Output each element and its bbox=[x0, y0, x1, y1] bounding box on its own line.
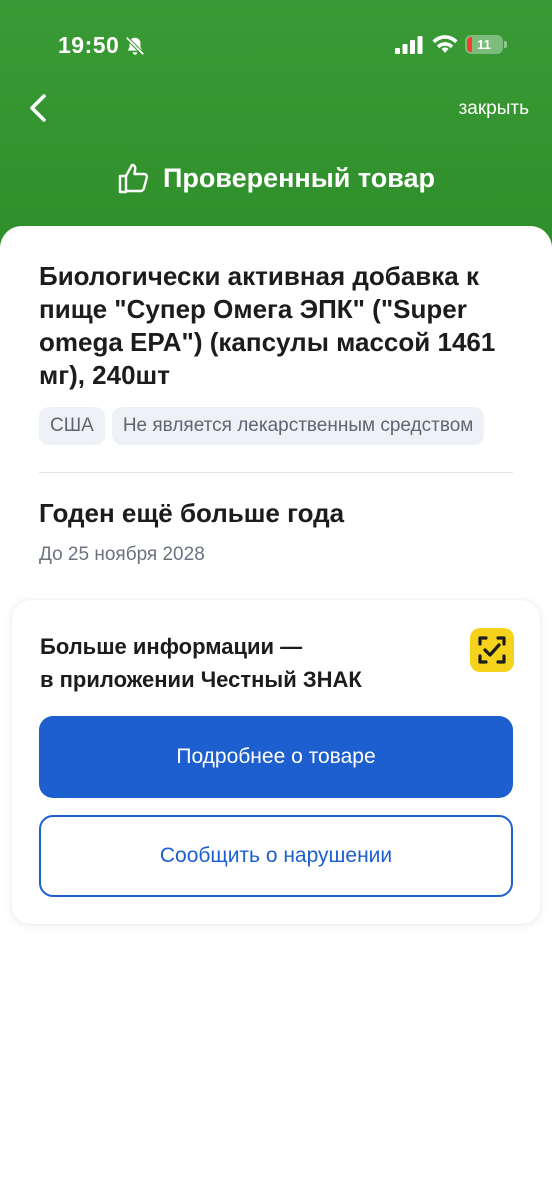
header-bar: 19:50 11 закрыть Проверенный товар bbox=[0, 0, 552, 262]
tag-country: США bbox=[39, 407, 105, 445]
app-info-text: Больше информации — в приложении Честный… bbox=[40, 630, 440, 696]
signal-icon bbox=[395, 36, 423, 54]
chestny-znak-app-icon bbox=[470, 628, 514, 672]
bell-slash-icon bbox=[125, 36, 145, 56]
battery-level: 11 bbox=[477, 37, 491, 52]
verified-banner: Проверенный товар bbox=[0, 158, 552, 198]
app-info-card: Больше информации — в приложении Честный… bbox=[12, 600, 540, 924]
expiry-title: Годен ещё больше года bbox=[39, 498, 345, 528]
tag-not-medicine: Не является лекарственным средством bbox=[111, 407, 485, 445]
divider bbox=[39, 472, 513, 473]
status-time: 19:50 bbox=[58, 32, 120, 58]
battery-cap bbox=[504, 41, 507, 48]
thumbs-up-icon bbox=[118, 163, 149, 194]
status-bar: 19:50 11 bbox=[0, 0, 552, 92]
product-details-button[interactable]: Подробнее о товаре bbox=[39, 716, 513, 798]
expiry-date: До 25 ноября 2028 bbox=[39, 544, 205, 565]
app-info-line-2: в приложении Честный ЗНАК bbox=[40, 667, 362, 692]
wifi-icon bbox=[432, 35, 458, 53]
battery-icon: 11 bbox=[465, 35, 503, 54]
close-button[interactable]: закрыть bbox=[459, 98, 529, 120]
back-chevron-icon[interactable] bbox=[22, 88, 58, 128]
product-title: Биологически активная добавка к пище "Су… bbox=[39, 261, 496, 390]
product-sheet: Биологически активная добавка к пище "Су… bbox=[0, 226, 552, 1200]
report-violation-button[interactable]: Сообщить о нарушении bbox=[39, 815, 513, 897]
app-info-line-1: Больше информации — bbox=[40, 634, 303, 659]
product-tags: США Не является лекарственным средством bbox=[39, 407, 485, 445]
verified-title: Проверенный товар bbox=[162, 162, 436, 193]
